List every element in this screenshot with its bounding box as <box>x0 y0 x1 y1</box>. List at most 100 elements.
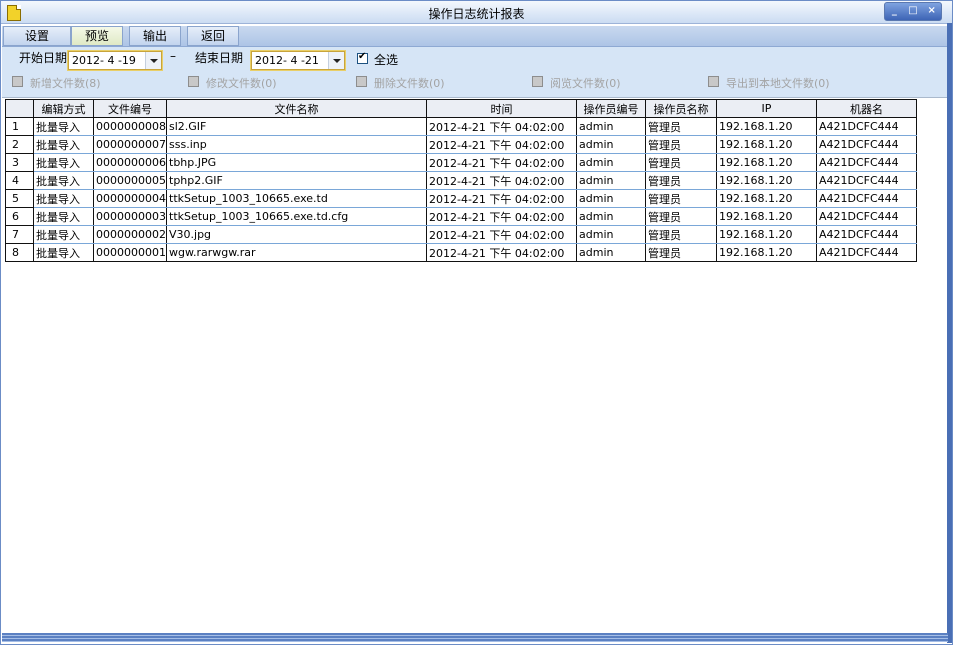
table-cell[interactable]: 管理员 <box>645 243 717 262</box>
table-cell[interactable]: sss.inp <box>166 135 427 154</box>
chevron-down-icon[interactable] <box>328 52 344 69</box>
column-header[interactable]: 编辑方式 <box>33 99 94 118</box>
table-cell[interactable]: 192.168.1.20 <box>716 171 817 190</box>
table-row[interactable]: 6 批量导入 0000000003 ttkSetup_1003_10665.exe.t… <box>5 207 917 226</box>
settings-button[interactable]: 设置 <box>3 26 71 46</box>
table-cell[interactable]: 0000000003 <box>93 207 167 226</box>
table-row[interactable]: 4 批量导入 0000000005 tphp2.GIF 2012-4-21 下午 04:… <box>5 171 917 190</box>
table-cell[interactable]: wgw.rarwgw.rar <box>166 243 427 262</box>
row-number[interactable]: 1 <box>5 117 34 136</box>
deleted-files-checkbox[interactable] <box>356 76 367 87</box>
table-cell[interactable]: 0000000005 <box>93 171 167 190</box>
table-row[interactable]: 2 批量导入 0000000007 sss.inp 2012-4-21 下午 04:02… <box>5 135 917 154</box>
column-header[interactable] <box>5 99 34 118</box>
table-cell[interactable]: admin <box>576 243 646 262</box>
back-button[interactable]: 返回 <box>187 26 239 46</box>
table-cell[interactable]: 管理员 <box>645 135 717 154</box>
table-row[interactable]: 7 批量导入 0000000002 V30.jpg 2012-4-21 下午 04:02… <box>5 225 917 244</box>
table-cell[interactable]: A421DCFC444 <box>816 243 917 262</box>
table-cell[interactable]: 管理员 <box>645 189 717 208</box>
table-cell[interactable]: ttkSetup_1003_10665.exe.td <box>166 189 427 208</box>
table-cell[interactable]: A421DCFC444 <box>816 207 917 226</box>
table-cell[interactable]: A421DCFC444 <box>816 189 917 208</box>
select-all-checkbox[interactable] <box>357 51 368 64</box>
table-cell[interactable]: 批量导入 <box>33 117 94 136</box>
table-row[interactable]: 3 批量导入 0000000006 tbhp.JPG 2012-4-21 下午 04:0… <box>5 153 917 172</box>
start-date-picker[interactable]: 2012- 4 -19 <box>68 51 162 70</box>
table-cell[interactable]: 0000000004 <box>93 189 167 208</box>
table-cell[interactable]: 0000000002 <box>93 225 167 244</box>
table-cell[interactable]: V30.jpg <box>166 225 427 244</box>
title-bar[interactable]: 操作日志统计报表 _ □ × <box>1 1 952 24</box>
export-button[interactable]: 输出 <box>129 26 181 46</box>
table-row[interactable]: 1 批量导入 0000000008 sl2.GIF 2012-4-21 下午 04:02… <box>5 117 917 136</box>
table-cell[interactable]: ttkSetup_1003_10665.exe.td.cfg <box>166 207 427 226</box>
table-cell[interactable]: 管理员 <box>645 153 717 172</box>
column-header[interactable]: IP <box>716 99 817 118</box>
table-cell[interactable]: 2012-4-21 下午 04:02:00 <box>426 153 577 172</box>
row-number[interactable]: 8 <box>5 243 34 262</box>
table-cell[interactable]: sl2.GIF <box>166 117 427 136</box>
modified-files-checkbox[interactable] <box>188 76 199 87</box>
row-number[interactable]: 5 <box>5 189 34 208</box>
row-number[interactable]: 3 <box>5 153 34 172</box>
table-cell[interactable]: 2012-4-21 下午 04:02:00 <box>426 225 577 244</box>
minimize-button[interactable]: _ <box>885 3 904 20</box>
table-row[interactable]: 5 批量导入 0000000004 ttkSetup_1003_10665.exe.t… <box>5 189 917 208</box>
table-row[interactable]: 8 批量导入 0000000001 wgw.rarwgw.rar 2012-4-21 下… <box>5 243 917 262</box>
maximize-button[interactable]: □ <box>904 3 923 20</box>
table-cell[interactable]: tphp2.GIF <box>166 171 427 190</box>
column-header[interactable]: 机器名 <box>816 99 917 118</box>
column-header[interactable]: 文件编号 <box>93 99 167 118</box>
table-cell[interactable]: 批量导入 <box>33 153 94 172</box>
close-button[interactable]: × <box>922 3 941 20</box>
table-cell[interactable]: 批量导入 <box>33 243 94 262</box>
row-number[interactable]: 2 <box>5 135 34 154</box>
table-cell[interactable]: admin <box>576 135 646 154</box>
table-cell[interactable]: 2012-4-21 下午 04:02:00 <box>426 207 577 226</box>
table-cell[interactable]: 192.168.1.20 <box>716 243 817 262</box>
table-cell[interactable]: A421DCFC444 <box>816 153 917 172</box>
table-cell[interactable]: A421DCFC444 <box>816 135 917 154</box>
end-date-picker[interactable]: 2012- 4 -21 <box>251 51 345 70</box>
table-cell[interactable]: 0000000001 <box>93 243 167 262</box>
table-cell[interactable]: A421DCFC444 <box>816 117 917 136</box>
table-cell[interactable]: 0000000007 <box>93 135 167 154</box>
table-cell[interactable]: 192.168.1.20 <box>716 153 817 172</box>
table-cell[interactable]: admin <box>576 153 646 172</box>
table-cell[interactable]: 批量导入 <box>33 225 94 244</box>
preview-button[interactable]: 预览 <box>71 26 123 46</box>
table-cell[interactable]: A421DCFC444 <box>816 171 917 190</box>
column-header[interactable]: 时间 <box>426 99 577 118</box>
row-number[interactable]: 4 <box>5 171 34 190</box>
table-cell[interactable]: A421DCFC444 <box>816 225 917 244</box>
table-cell[interactable]: admin <box>576 207 646 226</box>
table-cell[interactable]: admin <box>576 171 646 190</box>
table-cell[interactable]: tbhp.JPG <box>166 153 427 172</box>
table-cell[interactable]: 2012-4-21 下午 04:02:00 <box>426 135 577 154</box>
table-cell[interactable]: 批量导入 <box>33 171 94 190</box>
table-cell[interactable]: 管理员 <box>645 225 717 244</box>
table-cell[interactable]: 0000000006 <box>93 153 167 172</box>
row-number[interactable]: 6 <box>5 207 34 226</box>
added-files-checkbox[interactable] <box>12 76 23 87</box>
table-cell[interactable]: 管理员 <box>645 117 717 136</box>
chevron-down-icon[interactable] <box>145 52 161 69</box>
table-cell[interactable]: 管理员 <box>645 171 717 190</box>
column-header[interactable]: 操作员编号 <box>576 99 646 118</box>
viewed-files-checkbox[interactable] <box>532 76 543 87</box>
table-cell[interactable]: 2012-4-21 下午 04:02:00 <box>426 117 577 136</box>
exported-files-checkbox[interactable] <box>708 76 719 87</box>
column-header[interactable]: 文件名称 <box>166 99 427 118</box>
table-cell[interactable]: 批量导入 <box>33 189 94 208</box>
table-cell[interactable]: 0000000008 <box>93 117 167 136</box>
table-cell[interactable]: admin <box>576 189 646 208</box>
table-cell[interactable]: 批量导入 <box>33 207 94 226</box>
table-cell[interactable]: admin <box>576 117 646 136</box>
column-header[interactable]: 操作员名称 <box>645 99 717 118</box>
table-cell[interactable]: 2012-4-21 下午 04:02:00 <box>426 189 577 208</box>
table-cell[interactable]: 2012-4-21 下午 04:02:00 <box>426 171 577 190</box>
table-cell[interactable]: 批量导入 <box>33 135 94 154</box>
table-cell[interactable]: 192.168.1.20 <box>716 189 817 208</box>
row-number[interactable]: 7 <box>5 225 34 244</box>
